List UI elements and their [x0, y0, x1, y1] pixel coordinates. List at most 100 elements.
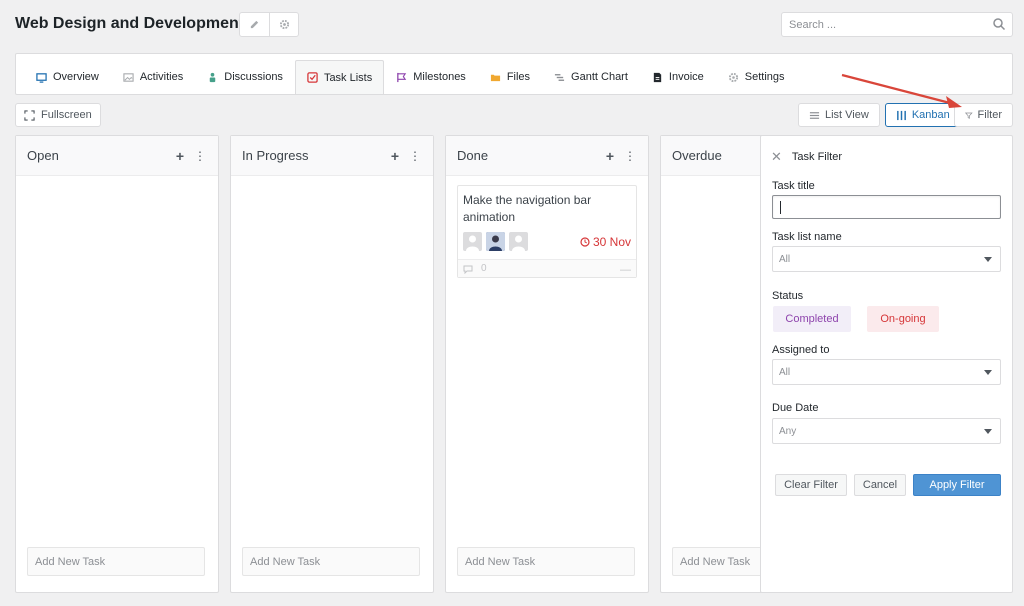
fullscreen-button[interactable]: Fullscreen	[15, 103, 101, 127]
kanban-column-in-progress: In Progress + ⋮ Add New Task	[230, 135, 434, 593]
due-date: 30 Nov	[580, 235, 631, 249]
chevron-down-icon	[984, 370, 992, 375]
due-date-label: Due Date	[772, 402, 819, 414]
column-menu-icon[interactable]: ⋮	[624, 150, 636, 162]
avatar[interactable]	[509, 232, 528, 251]
add-task-plus-icon[interactable]: +	[606, 149, 614, 163]
clear-filter-button[interactable]: Clear Filter	[775, 474, 847, 496]
invoice-icon	[653, 72, 662, 82]
column-header: Open + ⋮	[16, 136, 218, 176]
tab-label: Milestones	[413, 71, 466, 83]
cancel-button[interactable]: Cancel	[854, 474, 906, 496]
avatar[interactable]	[463, 232, 482, 251]
user-photo-icon	[486, 232, 505, 251]
assignees	[463, 232, 528, 251]
filter-panel-header: ✕ Task Filter	[761, 146, 1012, 168]
apply-filter-button[interactable]: Apply Filter	[913, 474, 1001, 496]
tab-label: Settings	[744, 71, 785, 83]
users-icon	[210, 72, 216, 82]
assigned-to-label: Assigned to	[772, 344, 830, 356]
list-icon	[809, 111, 820, 119]
avatar[interactable]	[486, 232, 505, 251]
task-card-footer: 0 —	[458, 259, 636, 277]
tab-label: Task Lists	[323, 71, 373, 84]
tab-label: Overview	[53, 71, 99, 83]
tab-label: Files	[506, 71, 531, 83]
user-placeholder-icon	[512, 235, 525, 251]
task-list-label: Task list name	[772, 231, 842, 243]
tab-milestones[interactable]: Milestones	[384, 60, 478, 94]
tab-gantt-chart[interactable]: Gantt Chart	[542, 60, 640, 94]
due-date-value: Any	[779, 425, 797, 437]
add-task-plus-icon[interactable]: +	[176, 149, 184, 163]
task-menu-icon[interactable]: —	[620, 264, 631, 276]
search-icon[interactable]	[992, 17, 1006, 31]
add-new-task-input[interactable]: Add New Task	[27, 547, 205, 576]
assigned-to-value: All	[779, 366, 791, 378]
task-list-value: All	[779, 253, 791, 265]
tab-label: Activities	[139, 71, 184, 83]
project-settings-button[interactable]	[269, 13, 298, 36]
task-title-input[interactable]	[772, 195, 1001, 219]
add-task-plus-icon[interactable]: +	[391, 149, 399, 163]
status-ongoing-button[interactable]: On-going	[867, 306, 939, 332]
search-input[interactable]	[782, 13, 982, 36]
monitor-icon	[36, 72, 47, 83]
tab-label: Gantt Chart	[571, 71, 628, 83]
tab-label: Invoice	[668, 71, 704, 83]
tab-invoice[interactable]: Invoice	[640, 60, 716, 94]
user-placeholder-icon	[466, 235, 479, 251]
tab-overview[interactable]: Overview	[24, 60, 111, 94]
column-title: Done	[457, 148, 489, 163]
chevron-down-icon	[984, 257, 992, 262]
assigned-to-select[interactable]: All	[772, 359, 1001, 385]
fullscreen-label: Fullscreen	[41, 109, 92, 121]
column-menu-icon[interactable]: ⋮	[409, 150, 421, 162]
chevron-down-icon	[984, 429, 992, 434]
tab-discussions[interactable]: Discussions	[195, 60, 295, 94]
comment-count: 0	[481, 263, 487, 274]
due-date-select[interactable]: Any	[772, 418, 1001, 444]
column-menu-icon[interactable]: ⋮	[194, 150, 206, 162]
filter-panel-title: Task Filter	[791, 151, 843, 163]
close-icon[interactable]: ✕	[771, 149, 782, 165]
column-title: Overdue	[672, 148, 722, 163]
tab-task-lists[interactable]: Task Lists	[294, 60, 385, 94]
task-card[interactable]: Make the navigation bar animation 30 Nov…	[457, 185, 637, 278]
tab-settings[interactable]: Settings	[716, 60, 797, 94]
comment-icon[interactable]	[463, 264, 473, 274]
task-filter-panel: ✕ Task Filter Task title Task list name …	[760, 135, 1013, 593]
column-header: Done + ⋮	[446, 136, 648, 176]
page-title: Web Design and Development	[15, 15, 245, 32]
flag-icon	[397, 72, 407, 82]
task-title[interactable]: Make the navigation bar animation	[458, 186, 636, 226]
task-title-label: Task title	[772, 180, 815, 192]
kanban-column-done: Done + ⋮ Make the navigation bar animati…	[445, 135, 649, 593]
annotation-arrow	[841, 73, 962, 108]
column-title: Open	[27, 148, 59, 163]
folder-icon	[490, 74, 500, 81]
checkbox-icon	[307, 72, 318, 83]
tab-files[interactable]: Files	[478, 60, 542, 94]
due-date-text: 30 Nov	[592, 235, 631, 249]
gear-icon	[279, 19, 289, 30]
image-icon	[123, 72, 134, 82]
add-new-task-input[interactable]: Add New Task	[242, 547, 420, 576]
column-title: In Progress	[242, 148, 309, 163]
task-list-select[interactable]: All	[772, 246, 1001, 272]
gantt-icon	[554, 73, 565, 81]
tab-label: Discussions	[224, 71, 283, 83]
tab-activities[interactable]: Activities	[111, 60, 195, 94]
search-box	[781, 12, 1013, 37]
text-cursor	[780, 201, 781, 214]
kanban-column-open: Open + ⋮ Add New Task	[15, 135, 219, 593]
top-bar: Web Design and Development	[0, 0, 1024, 50]
status-label: Status	[772, 290, 804, 302]
fullscreen-icon	[24, 109, 35, 121]
status-completed-button[interactable]: Completed	[773, 306, 851, 332]
filter-label: Filter	[977, 109, 1002, 121]
add-new-task-input[interactable]: Add New Task	[457, 547, 635, 576]
title-actions	[239, 12, 299, 37]
edit-project-button[interactable]	[240, 13, 269, 36]
clock-icon	[580, 237, 590, 247]
